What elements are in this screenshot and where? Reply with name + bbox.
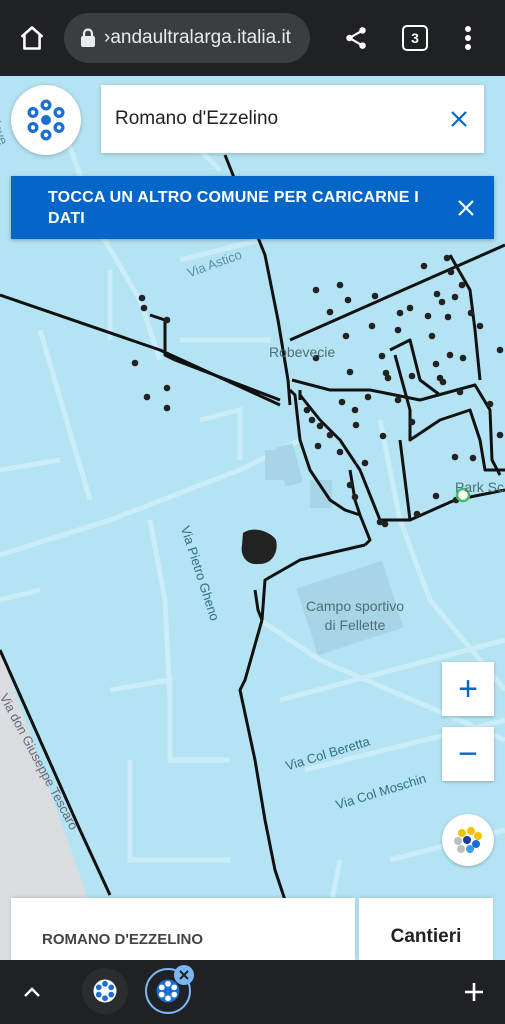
app-logo[interactable]: [11, 85, 81, 155]
cantieri-tab[interactable]: Cantieri: [359, 898, 493, 960]
search-value: Romano d'Ezzelino: [115, 108, 279, 129]
banner-close-button[interactable]: [450, 192, 482, 224]
map-label-robevecie: Robevecie: [269, 344, 336, 360]
tab-strip: [0, 960, 505, 1024]
home-icon[interactable]: [10, 16, 54, 60]
address-bar[interactable]: ›andaultralarga.italia.it: [64, 13, 310, 63]
campo-line1: Campo sportivo: [306, 598, 405, 614]
cantieri-label: Cantieri: [390, 926, 462, 947]
minus-icon: −: [458, 735, 478, 773]
tab-switcher-icon[interactable]: 3: [393, 16, 437, 60]
browser-toolbar: ›andaultralarga.italia.it 3: [0, 0, 505, 76]
chevron-up-icon[interactable]: [14, 974, 50, 1010]
zoom-out-button[interactable]: −: [442, 727, 494, 781]
url-text: ›andaultralarga.italia.it: [104, 27, 291, 48]
banner-text: TOCCA UN ALTRO COMUNE PER CARICARNE I DA…: [48, 188, 419, 227]
close-icon: [451, 111, 467, 127]
comune-name: ROMANO D'EZZELINO: [42, 931, 204, 948]
comune-info-panel[interactable]: ROMANO D'EZZELINO: [11, 898, 355, 960]
close-tab-button[interactable]: [174, 965, 194, 985]
bul-logo-icon: [93, 979, 117, 1003]
tab-thumbnail-1[interactable]: [82, 968, 128, 1014]
map-label-park: Park Sc: [455, 479, 505, 495]
map-label-campo-sportivo: Campo sportivo di Fellette: [306, 597, 404, 635]
clear-search-button[interactable]: [434, 94, 484, 144]
info-banner: TOCCA UN ALTRO COMUNE PER CARICARNE I DA…: [11, 176, 494, 239]
layers-dots-icon: [454, 827, 482, 853]
share-icon[interactable]: [334, 16, 378, 60]
bul-logo-icon: [156, 979, 180, 1003]
campo-line2: di Fellette: [324, 617, 386, 633]
bul-logo-icon: [27, 99, 65, 141]
search-field[interactable]: Romano d'Ezzelino: [101, 85, 484, 153]
close-icon: [179, 970, 189, 980]
zoom-in-button[interactable]: +: [442, 662, 494, 716]
lock-icon: [80, 28, 96, 48]
layers-button[interactable]: [442, 814, 494, 866]
new-tab-plus-icon[interactable]: [456, 974, 492, 1010]
tab-count: 3: [402, 25, 428, 51]
close-icon: [458, 200, 474, 216]
more-vert-icon[interactable]: [446, 16, 490, 60]
plus-icon: +: [458, 670, 478, 708]
